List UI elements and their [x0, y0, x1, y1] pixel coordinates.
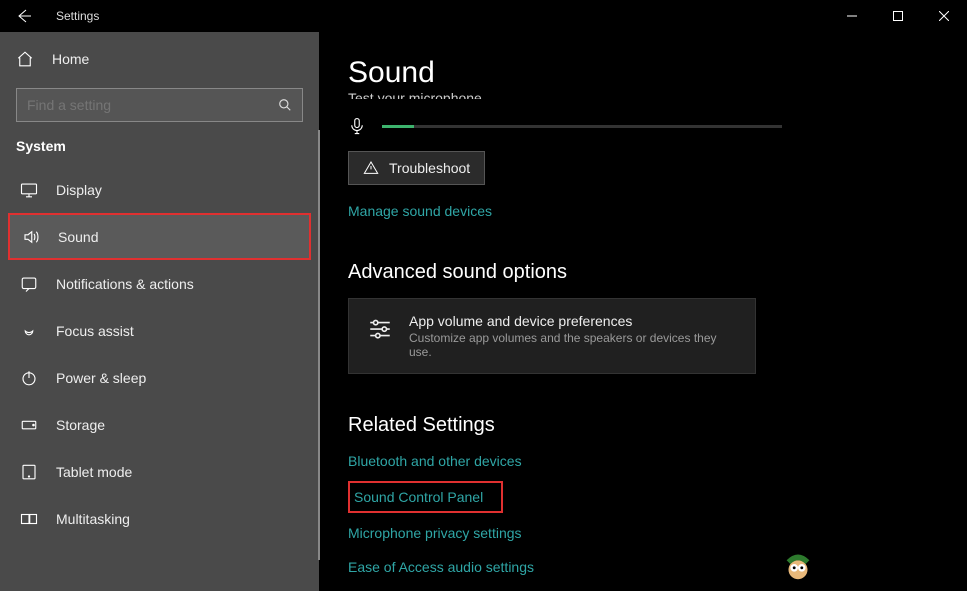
sidebar-item-power[interactable]: Power & sleep	[8, 354, 311, 401]
search-input[interactable]	[16, 88, 303, 122]
related-link-ease-of-access[interactable]: Ease of Access audio settings	[348, 553, 534, 581]
home-icon	[16, 50, 34, 68]
related-link-sound-control-panel[interactable]: Sound Control Panel	[348, 481, 503, 513]
microphone-icon	[348, 115, 366, 137]
sidebar-item-notifications[interactable]: Notifications & actions	[8, 260, 311, 307]
related-heading: Related Settings	[348, 414, 939, 437]
manage-devices-link[interactable]: Manage sound devices	[348, 203, 492, 219]
sidebar-item-label: Tablet mode	[56, 464, 132, 480]
sidebar-item-focus[interactable]: Focus assist	[8, 307, 311, 354]
sidebar-item-label: Storage	[56, 417, 105, 433]
troubleshoot-label: Troubleshoot	[389, 160, 470, 176]
sliders-icon	[367, 315, 391, 339]
close-button[interactable]	[921, 0, 967, 32]
card-desc: Customize app volumes and the speakers o…	[409, 331, 737, 359]
power-icon	[20, 369, 38, 387]
sidebar-item-label: Multitasking	[56, 511, 130, 527]
troubleshoot-button[interactable]: Troubleshoot	[348, 151, 485, 185]
related-links: Bluetooth and other devices Sound Contro…	[348, 447, 939, 581]
sidebar-item-storage[interactable]: Storage	[8, 401, 311, 448]
sidebar: Home System Display	[0, 32, 320, 591]
home-button[interactable]: Home	[0, 36, 319, 82]
app-volume-card[interactable]: App volume and device preferences Custom…	[348, 298, 756, 374]
tablet-icon	[20, 463, 38, 481]
sidebar-item-label: Display	[56, 182, 102, 198]
minimize-button[interactable]	[829, 0, 875, 32]
warning-icon	[363, 160, 379, 176]
sidebar-item-label: Sound	[58, 229, 98, 245]
multitasking-icon	[20, 510, 38, 528]
sidebar-item-sound[interactable]: Sound	[8, 213, 311, 260]
sound-icon	[22, 228, 40, 246]
page-title: Sound	[348, 56, 939, 90]
storage-icon	[20, 416, 38, 434]
related-link-bluetooth[interactable]: Bluetooth and other devices	[348, 447, 522, 475]
notifications-icon	[20, 275, 38, 293]
maximize-button[interactable]	[875, 0, 921, 32]
test-mic-label: Test your microphone	[348, 90, 939, 99]
search-field[interactable]	[27, 97, 278, 113]
sidebar-item-multitasking[interactable]: Multitasking	[8, 495, 311, 542]
sidebar-item-label: Focus assist	[56, 323, 134, 339]
main-panel: Sound Test your microphone Troubleshoot …	[320, 32, 967, 591]
sidebar-item-tablet[interactable]: Tablet mode	[8, 448, 311, 495]
sidebar-section-title: System	[0, 138, 319, 154]
search-icon	[278, 98, 292, 112]
advanced-heading: Advanced sound options	[348, 261, 939, 284]
sidebar-item-display[interactable]: Display	[8, 166, 311, 213]
display-icon	[20, 181, 38, 199]
sidebar-item-label: Notifications & actions	[56, 276, 194, 292]
avatar-illustration	[779, 545, 817, 583]
card-title: App volume and device preferences	[409, 313, 737, 329]
related-link-mic-privacy[interactable]: Microphone privacy settings	[348, 519, 522, 547]
window-title: Settings	[56, 9, 99, 23]
mic-level-bar	[382, 125, 782, 128]
sidebar-item-label: Power & sleep	[56, 370, 146, 386]
back-button[interactable]	[16, 8, 32, 24]
focus-icon	[20, 322, 38, 340]
mic-level-fill	[382, 125, 414, 128]
home-label: Home	[52, 51, 89, 67]
nav-list: Display Sound Notifications & actions Fo…	[0, 166, 319, 542]
